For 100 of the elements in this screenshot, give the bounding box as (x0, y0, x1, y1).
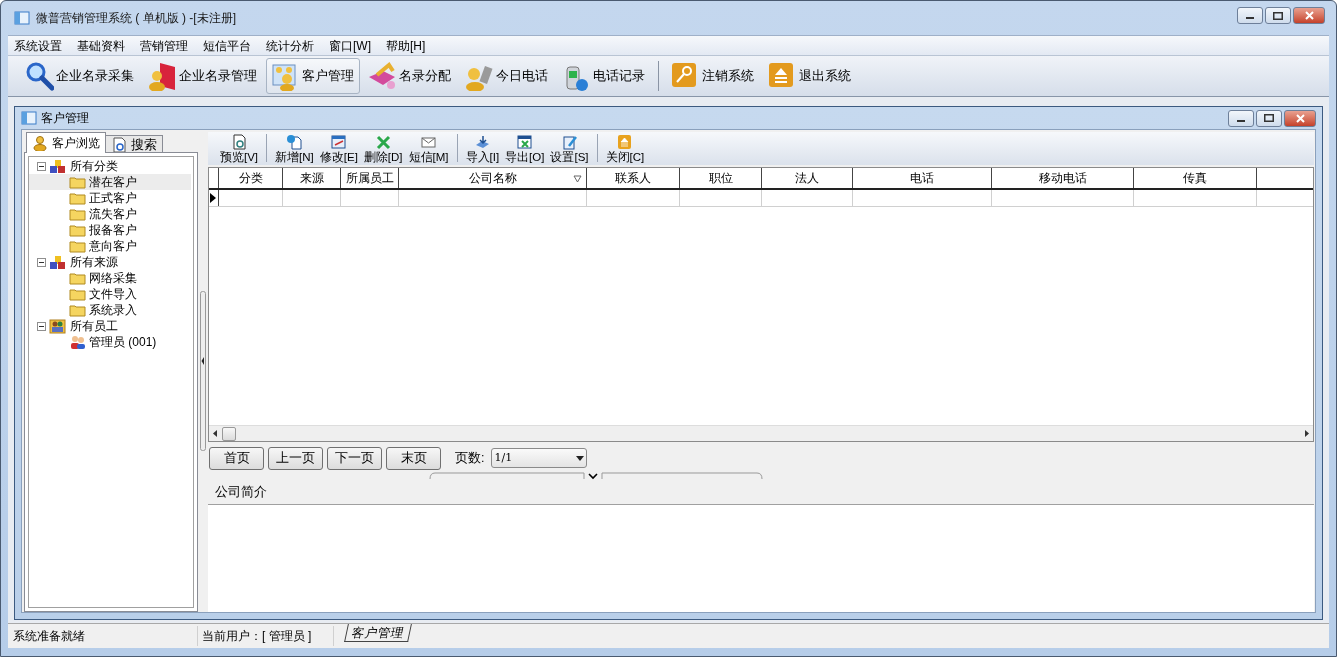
column-header[interactable]: 职位 (680, 168, 762, 188)
close-button[interactable] (1293, 7, 1325, 24)
app-window-icon (14, 10, 30, 26)
maximize-icon (1264, 114, 1274, 122)
scroll-right-icon (1304, 430, 1309, 437)
folder-icon (69, 222, 86, 238)
toolbar-button[interactable]: 客户管理 (266, 58, 360, 94)
column-header[interactable]: 法人 (762, 168, 853, 188)
pager-button[interactable]: 下一页 (327, 446, 382, 470)
tree-item[interactable]: 正式客户 (29, 190, 191, 206)
tab[interactable]: 搜索 (105, 135, 163, 153)
tree-item[interactable]: 所有来源 (69, 253, 118, 271)
close-icon (1295, 113, 1305, 123)
tree-item[interactable]: 报备客户 (29, 222, 191, 238)
column-header[interactable]: 传真 (1134, 168, 1257, 188)
current-row-icon (209, 193, 217, 203)
horizontal-scrollbar[interactable] (209, 425, 1313, 441)
tree-item[interactable]: 所有分类 (69, 157, 118, 175)
eject-icon (616, 134, 634, 150)
document-magnifier-icon (230, 134, 248, 150)
close-button[interactable] (1284, 109, 1316, 127)
column-header[interactable]: 来源 (283, 168, 341, 188)
delete-cross-icon (374, 134, 392, 150)
toolbar-button[interactable]: 电话记录 (557, 58, 651, 94)
column-header[interactable]: 公司名称 (399, 168, 587, 188)
tree-item[interactable]: 所有员工 (69, 317, 118, 335)
shapes-icon (49, 158, 66, 174)
maximize-icon (1273, 11, 1283, 20)
pager-button[interactable]: 末页 (386, 446, 441, 470)
collapse-toggle[interactable] (37, 161, 46, 171)
scrollbar-thumb[interactable] (222, 426, 236, 441)
column-header[interactable]: 移动电话 (992, 168, 1134, 188)
toolbar-button[interactable]: 注销系统 (666, 58, 760, 94)
status-text: 系统准备就绪 (12, 628, 86, 645)
close-icon (1304, 11, 1314, 20)
minimize-button[interactable] (1237, 7, 1263, 24)
folder-icon (69, 270, 86, 286)
minimize-icon (1246, 17, 1254, 19)
new-document-icon (285, 134, 303, 150)
app-window-icon (21, 110, 37, 126)
maximize-button[interactable] (1256, 109, 1282, 127)
arrow-boxes-icon (367, 61, 397, 91)
toolbar-button[interactable]: 企业名录采集 (20, 58, 140, 94)
tree-item[interactable]: 流失客户 (29, 206, 191, 222)
toolbar-button[interactable]: 设置[S] (548, 134, 591, 164)
pager-button[interactable]: 上一页 (268, 446, 323, 470)
minimize-button[interactable] (1228, 109, 1254, 127)
folder-icon (69, 206, 86, 222)
toolbar-button[interactable]: 关闭[C] (603, 134, 647, 164)
menu-item[interactable]: 基础资料 (77, 36, 125, 55)
toolbar-button[interactable]: 企业名录管理 (143, 58, 263, 94)
menu-item[interactable]: 统计分析 (266, 36, 314, 55)
edit-form-icon (330, 134, 348, 150)
tab[interactable]: 客户浏览 (26, 132, 106, 153)
tree-item[interactable]: 文件导入 (29, 286, 191, 302)
tree-item[interactable]: 意向客户 (29, 238, 191, 254)
person-with-book-icon (147, 61, 177, 91)
folder-icon (69, 174, 86, 190)
page-dropdown[interactable]: 1/1 (491, 448, 588, 468)
menu-item[interactable]: 帮助[H] (386, 36, 426, 55)
collapse-toggle[interactable] (37, 321, 46, 331)
envelope-icon (420, 134, 437, 150)
magnifier-icon (24, 61, 54, 91)
spreadsheet-export-icon (516, 134, 534, 150)
menu-item[interactable]: 系统设置 (14, 36, 62, 55)
column-header[interactable]: 电话 (853, 168, 992, 188)
panel-title: 客户管理 (41, 110, 89, 127)
tree-item[interactable]: 网络采集 (29, 270, 191, 286)
toolbar-button[interactable]: 删除[D] (361, 134, 405, 164)
scroll-left-icon (213, 430, 218, 437)
section-label: 公司简介 (214, 484, 268, 502)
toolbar-button[interactable]: 导出[O] (503, 134, 547, 164)
folder-icon (69, 302, 86, 318)
toolbar-button[interactable]: 今日电话 (460, 58, 554, 94)
toolbar-button[interactable]: 退出系统 (763, 58, 857, 94)
maximize-button[interactable] (1265, 7, 1291, 24)
menu-item[interactable]: 短信平台 (203, 36, 251, 55)
window-title: 微普营销管理系统 ( 单机版 ) -[未注册] (36, 10, 236, 27)
tree-item[interactable]: 系统录入 (29, 302, 191, 318)
users-icon (69, 334, 86, 350)
minimize-icon (1237, 119, 1245, 122)
column-header[interactable]: 所属员工 (341, 168, 399, 188)
toolbar-button[interactable]: 短信[M] (406, 134, 451, 164)
page-label: 页数: (455, 449, 485, 467)
status-text: 当前用户：[ 管理员 ] (201, 628, 313, 645)
toolbar-button[interactable]: 新增[N] (273, 134, 316, 164)
column-header[interactable]: 联系人 (587, 168, 680, 188)
toolbar-button[interactable]: 导入[I] (463, 134, 502, 164)
toolbar-button[interactable]: 预览[V] (218, 134, 261, 164)
column-header[interactable]: 分类 (219, 168, 283, 188)
menu-item[interactable]: 窗口[W] (329, 36, 371, 55)
collapse-toggle[interactable] (37, 257, 46, 267)
toolbar-button[interactable]: 修改[E] (317, 134, 360, 164)
pager-button[interactable]: 首页 (209, 446, 264, 470)
tree-item[interactable]: 管理员 (001) (29, 334, 191, 350)
tree-item[interactable]: 潜在客户 (29, 174, 191, 190)
menu-item[interactable]: 营销管理 (140, 36, 188, 55)
folder-icon (69, 238, 86, 254)
people-group-icon (49, 318, 66, 334)
toolbar-button[interactable]: 名录分配 (363, 58, 457, 94)
